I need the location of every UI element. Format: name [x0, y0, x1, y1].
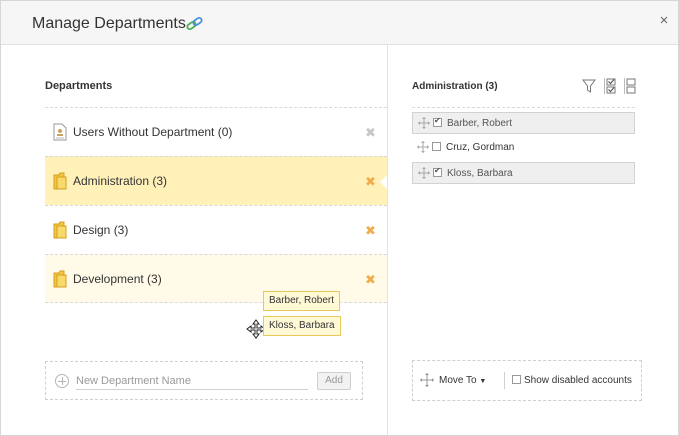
members-heading: Administration (3): [412, 81, 498, 92]
add-department-button[interactable]: Add: [317, 372, 351, 390]
department-label: Users Without Department (0): [73, 125, 233, 139]
department-label: Development (3): [73, 272, 162, 286]
show-disabled-checkbox[interactable]: [512, 375, 521, 384]
drag-tooltip-item: Kloss, Barbara: [263, 316, 341, 336]
drag-tooltip-item: Barber, Robert: [263, 291, 341, 311]
drag-handle-icon[interactable]: [418, 117, 430, 129]
caret-down-icon: ▼: [479, 378, 487, 385]
folder-icon: [53, 172, 67, 190]
new-department-input[interactable]: [76, 372, 308, 390]
dialog-titlebar: Manage Departments ×: [1, 1, 678, 45]
member-row[interactable]: Kloss, Barbara: [412, 162, 635, 184]
divider: [504, 372, 505, 389]
manage-departments-dialog: Manage Departments × Departments Users W…: [0, 0, 679, 436]
move-icon: [420, 373, 434, 387]
drag-handle-icon[interactable]: [418, 167, 430, 179]
member-list: Barber, Robert Cruz, Gordman Kloss, Barb…: [412, 107, 635, 187]
members-actions-bar: Move To ▼ Show disabled accounts: [412, 360, 642, 401]
members-pane: Administration (3) ✔ Barber, Robert Cruz…: [387, 45, 678, 435]
member-row[interactable]: Cruz, Gordman: [412, 137, 635, 159]
members-toolbar: [582, 77, 642, 95]
remove-department-icon[interactable]: ✖: [365, 272, 376, 288]
show-disabled-label[interactable]: Show disabled accounts: [524, 375, 632, 386]
departments-pane: Departments Users Without Department (0)…: [1, 45, 388, 435]
plus-circle-icon: [55, 374, 69, 388]
member-checkbox[interactable]: [433, 166, 442, 177]
member-name: Cruz, Gordman: [446, 142, 515, 153]
uncheck-all-icon[interactable]: [624, 77, 638, 95]
remove-department-icon[interactable]: ✖: [365, 174, 376, 190]
check-all-icon[interactable]: [604, 77, 618, 95]
department-list: Users Without Department (0) ✖ Administr…: [45, 107, 388, 303]
dialog-title: Manage Departments: [32, 15, 186, 32]
department-label: Design (3): [73, 223, 129, 237]
department-label: Administration (3): [73, 174, 168, 188]
member-name: Kloss, Barbara: [447, 168, 513, 179]
departments-heading: Departments: [45, 80, 113, 92]
move-to-dropdown[interactable]: Move To ▼: [439, 375, 486, 386]
department-row-design[interactable]: Design (3) ✖: [45, 205, 387, 254]
member-checkbox[interactable]: [432, 142, 441, 151]
member-checkbox[interactable]: [433, 116, 442, 127]
department-row-administration[interactable]: Administration (3) ✖: [45, 156, 388, 205]
link-icon[interactable]: [186, 16, 204, 32]
folder-icon: [53, 221, 67, 239]
department-row-users-without[interactable]: Users Without Department (0) ✖: [45, 107, 387, 156]
member-row[interactable]: Barber, Robert: [412, 112, 635, 134]
new-department-form: Add: [45, 361, 363, 400]
folder-icon: [53, 270, 67, 288]
drag-handle-icon[interactable]: [417, 141, 429, 153]
close-button[interactable]: ×: [657, 13, 671, 29]
user-card-icon: [53, 123, 67, 141]
filter-icon[interactable]: [582, 77, 596, 95]
remove-department-icon[interactable]: ✖: [365, 223, 376, 239]
remove-department-icon[interactable]: ✖: [365, 125, 376, 141]
member-name: Barber, Robert: [447, 118, 513, 129]
